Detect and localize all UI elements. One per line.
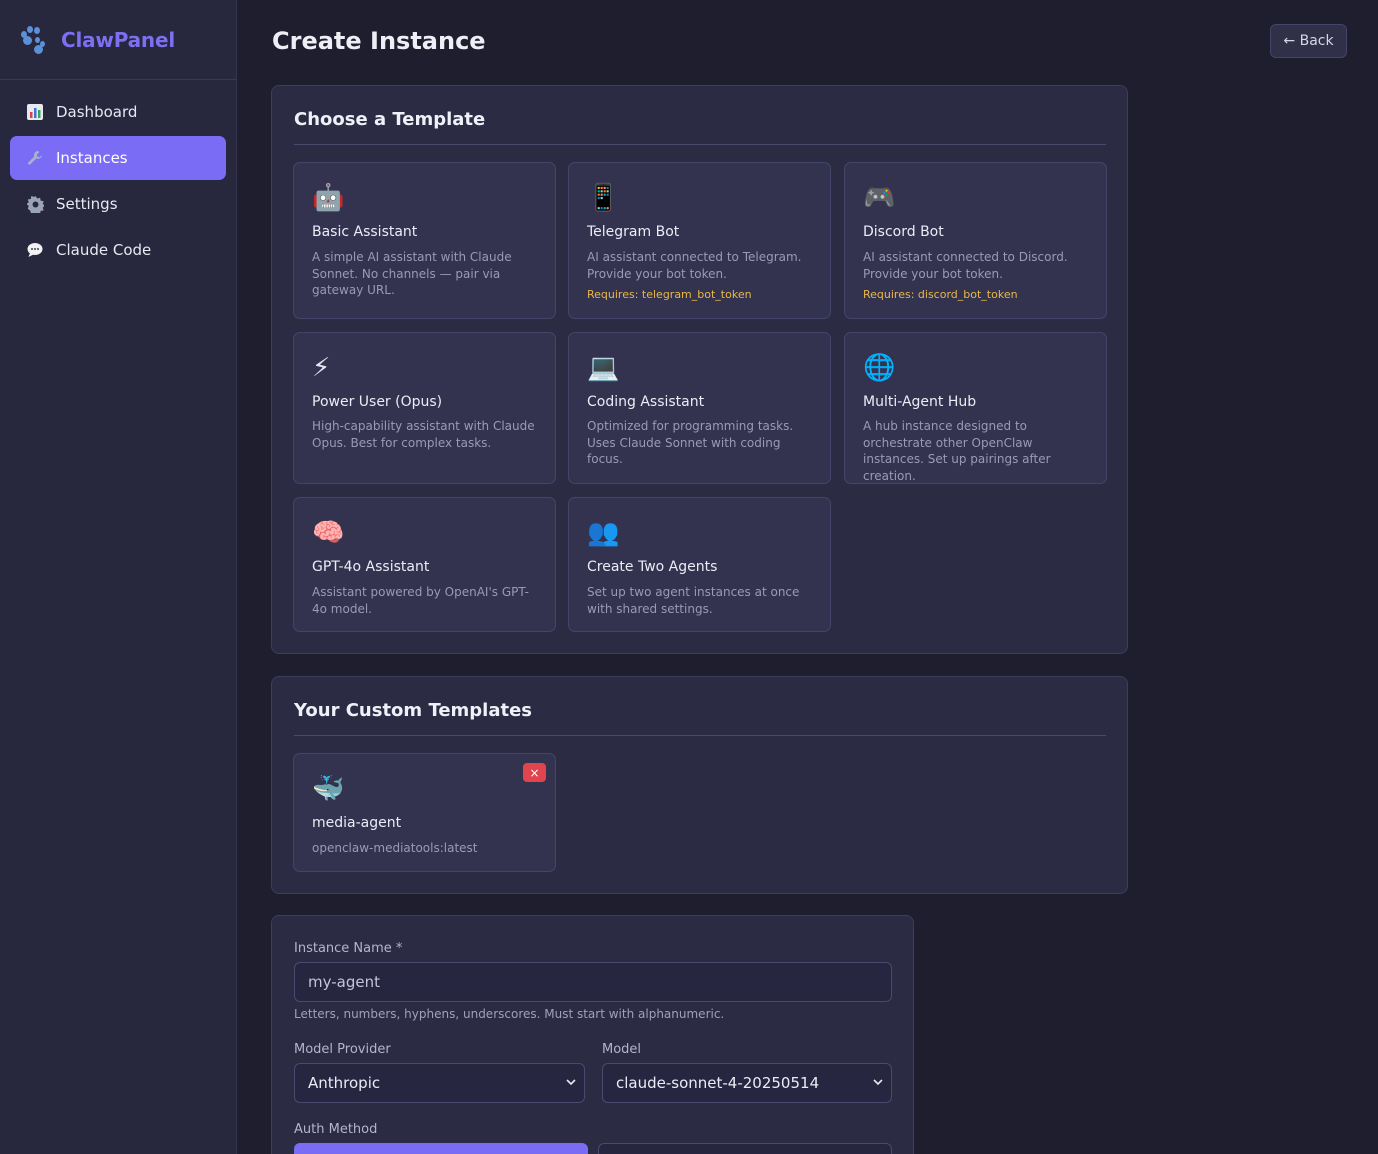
template-title: Telegram Bot: [587, 224, 680, 240]
sidebar-item-label: Claude Code: [56, 241, 152, 259]
chevron-down-icon: [873, 1079, 883, 1086]
template-title: Discord Bot: [863, 224, 944, 240]
custom-template-heading: Your Custom Templates: [294, 700, 533, 721]
template-card-discord-bot[interactable]: 🎮 Discord Bot AI assistant connected to …: [844, 162, 1107, 319]
game-controller-icon: 🎮: [863, 183, 896, 213]
brand[interactable]: ClawPanel: [0, 0, 236, 80]
instance-form: Instance Name * my-agent Letters, number…: [271, 915, 914, 1154]
sidebar-item-label: Settings: [56, 195, 118, 213]
model-provider-value: Anthropic: [308, 1074, 381, 1092]
template-requirement: Requires: discord_bot_token: [863, 288, 1018, 301]
instance-name-hint: Letters, numbers, hyphens, underscores. …: [294, 1007, 725, 1021]
wrench-icon: [26, 149, 44, 167]
instance-name-placeholder: my-agent: [308, 973, 380, 991]
template-card-create-two-agents[interactable]: 👥 Create Two Agents Set up two agent ins…: [568, 497, 831, 632]
template-title: GPT-4o Assistant: [312, 559, 430, 575]
template-description: Assistant powered by OpenAI's GPT-4o mod…: [312, 585, 529, 616]
model-value: claude-sonnet-4-20250514: [616, 1074, 820, 1092]
template-title: Create Two Agents: [587, 559, 718, 575]
template-image: openclaw-mediatools:latest: [312, 841, 478, 855]
sidebar-item-claude-code[interactable]: Claude Code: [10, 228, 226, 272]
divider: [294, 735, 1106, 736]
robot-icon: 🤖: [312, 183, 345, 213]
template-requirement: Requires: telegram_bot_token: [587, 288, 752, 301]
sidebar-item-label: Instances: [56, 149, 128, 167]
sidebar: ClawPanel Dashboard Instances Settings C…: [0, 0, 237, 1154]
phone-icon: 📱: [587, 183, 620, 213]
template-panel: Choose a Template 🤖 Basic Assistant A si…: [271, 85, 1128, 654]
divider: [294, 144, 1106, 145]
auth-method-option[interactable]: [598, 1143, 892, 1154]
delete-template-button[interactable]: ×: [523, 763, 546, 782]
template-description: Set up two agent instances at once with …: [587, 585, 800, 616]
template-title: Power User (Opus): [312, 394, 443, 410]
sidebar-item-instances[interactable]: Instances: [10, 136, 226, 180]
template-description: High-capability assistant with Claude Op…: [312, 419, 535, 450]
custom-template-card-media-agent[interactable]: 🐳 media-agent openclaw-mediatools:latest…: [293, 753, 556, 872]
auth-method-label: Auth Method: [294, 1122, 378, 1137]
sidebar-item-dashboard[interactable]: Dashboard: [10, 90, 226, 134]
auth-method-option-active[interactable]: [294, 1143, 588, 1154]
template-title: Multi-Agent Hub: [863, 394, 977, 410]
paw-icon: [19, 25, 49, 55]
laptop-icon: 💻: [587, 353, 620, 383]
template-description: AI assistant connected to Telegram. Prov…: [587, 250, 802, 281]
bar-chart-icon: [26, 103, 44, 121]
instance-name-input[interactable]: my-agent: [294, 962, 892, 1002]
template-card-multi-agent-hub[interactable]: 🌐 Multi-Agent Hub A hub instance designe…: [844, 332, 1107, 484]
template-card-coding-assistant[interactable]: 💻 Coding Assistant Optimized for program…: [568, 332, 831, 484]
template-description: A hub instance designed to orchestrate o…: [863, 419, 1051, 483]
two-people-icon: 👥: [587, 518, 620, 548]
chevron-down-icon: [566, 1079, 576, 1086]
lightning-icon: ⚡: [312, 353, 331, 383]
speech-bubble-icon: [26, 241, 44, 259]
template-card-telegram-bot[interactable]: 📱 Telegram Bot AI assistant connected to…: [568, 162, 831, 319]
template-card-power-user[interactable]: ⚡ Power User (Opus) High-capability assi…: [293, 332, 556, 484]
template-description: Optimized for programming tasks. Uses Cl…: [587, 419, 794, 466]
template-heading: Choose a Template: [294, 109, 486, 130]
sidebar-nav: Dashboard Instances Settings Claude Code: [0, 80, 236, 284]
template-card-gpt4o-assistant[interactable]: 🧠 GPT-4o Assistant Assistant powered by …: [293, 497, 556, 632]
model-select[interactable]: claude-sonnet-4-20250514: [602, 1063, 892, 1103]
instance-name-label: Instance Name *: [294, 941, 403, 956]
template-title: media-agent: [312, 815, 402, 831]
app-name: ClawPanel: [61, 27, 175, 52]
template-description: A simple AI assistant with Claude Sonnet…: [312, 250, 512, 297]
page-title: Create Instance: [272, 27, 486, 55]
model-label: Model: [602, 1042, 642, 1057]
custom-template-panel: Your Custom Templates 🐳 media-agent open…: [271, 676, 1128, 894]
model-provider-label: Model Provider: [294, 1042, 391, 1057]
model-provider-select[interactable]: Anthropic: [294, 1063, 585, 1103]
globe-icon: 🌐: [863, 353, 896, 383]
sidebar-item-settings[interactable]: Settings: [10, 182, 226, 226]
template-description: AI assistant connected to Discord. Provi…: [863, 250, 1068, 281]
back-button[interactable]: ← Back: [1270, 24, 1347, 58]
template-card-basic-assistant[interactable]: 🤖 Basic Assistant A simple AI assistant …: [293, 162, 556, 319]
template-title: Coding Assistant: [587, 394, 705, 410]
gear-icon: [26, 195, 44, 213]
brain-icon: 🧠: [312, 518, 345, 548]
sidebar-item-label: Dashboard: [56, 103, 138, 121]
main-content: Create Instance ← Back Choose a Template…: [237, 0, 1378, 1154]
template-title: Basic Assistant: [312, 224, 418, 240]
whale-icon: 🐳: [312, 774, 345, 804]
